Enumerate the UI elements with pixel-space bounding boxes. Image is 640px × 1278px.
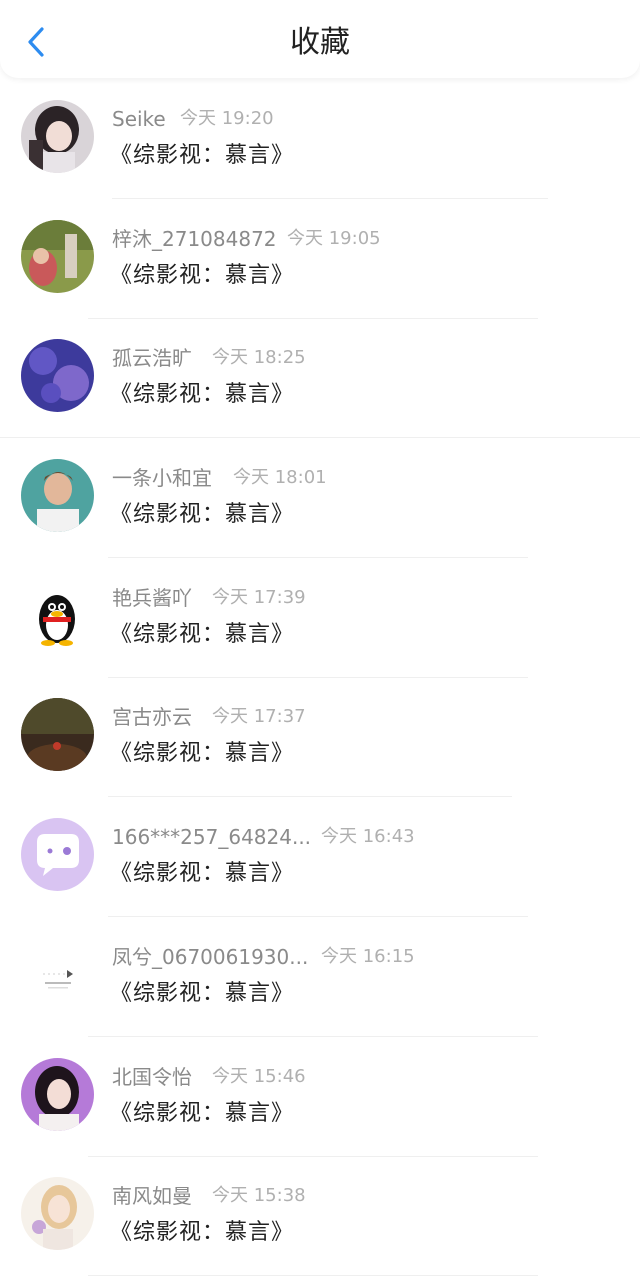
book-title: 《综影视：慕言》 <box>110 621 295 647</box>
book-title: 《综影视：慕言》 <box>110 1220 295 1246</box>
list-item[interactable]: 艳兵酱吖 今天 17:39 《综影视：慕言》 <box>0 559 640 679</box>
username: 艳兵酱吖 <box>112 585 192 610</box>
username: 凤兮_0670061930... <box>112 944 309 969</box>
qq-penguin-avatar[interactable] <box>21 578 94 652</box>
username: 梓沐_271084872 <box>112 226 277 251</box>
book-title: 《综影视：慕言》 <box>110 143 295 168</box>
timestamp: 今天 17:39 <box>212 586 306 608</box>
book-title: 《综影视：慕言》 <box>110 980 295 1006</box>
chat-bubble-avatar[interactable] <box>21 818 94 892</box>
book-title: 《综影视：慕言》 <box>110 741 295 767</box>
username: Seike <box>112 107 166 131</box>
user-avatar[interactable] <box>21 1177 94 1251</box>
app-header: 收藏 <box>0 0 640 78</box>
user-avatar[interactable] <box>21 219 94 293</box>
page-title: 收藏 <box>290 25 350 60</box>
book-title: 《综影视：慕言》 <box>110 861 295 887</box>
book-title: 《综影视：慕言》 <box>110 1100 295 1126</box>
list-item[interactable]: 166***257_64824... 今天 16:43 《综影视：慕言》 <box>0 798 640 918</box>
list-item[interactable]: 南风如曼 今天 15:38 《综影视：慕言》 <box>0 1157 640 1277</box>
divider <box>88 1275 538 1277</box>
list-item[interactable]: 北国令怡 今天 15:46 《综影视：慕言》 <box>0 1038 640 1158</box>
timestamp: 今天 18:01 <box>233 467 327 489</box>
timestamp: 今天 19:20 <box>180 108 274 129</box>
user-avatar[interactable] <box>21 100 94 173</box>
user-avatar[interactable] <box>21 1057 94 1131</box>
book-title: 《综影视：慕言》 <box>110 262 295 288</box>
user-avatar[interactable] <box>21 459 94 533</box>
favorites-list: Seike 今天 19:20 《综影视：慕言》 梓沐_271084872 今天 … <box>0 80 640 1277</box>
list-item[interactable]: 孤云浩旷 今天 18:25 《综影视：慕言》 <box>0 319 640 439</box>
list-item[interactable]: 宫古亦云 今天 17:37 《综影视：慕言》 <box>0 678 640 798</box>
username: 南风如曼 <box>112 1184 192 1209</box>
timestamp: 今天 18:25 <box>212 347 306 369</box>
timestamp: 今天 15:38 <box>212 1185 306 1207</box>
list-item[interactable]: 梓沐_271084872 今天 19:05 《综影视：慕言》 <box>0 200 640 320</box>
list-item[interactable]: 凤兮_0670061930... 今天 16:15 《综影视：慕言》 <box>0 918 640 1038</box>
username: 宫古亦云 <box>112 705 192 730</box>
book-title: 《综影视：慕言》 <box>110 382 295 408</box>
username: 孤云浩旷 <box>112 346 192 371</box>
user-avatar[interactable] <box>21 937 94 1011</box>
username: 一条小和宜 <box>112 466 212 491</box>
book-title: 《综影视：慕言》 <box>110 502 295 528</box>
timestamp: 今天 16:43 <box>321 826 415 848</box>
user-avatar[interactable] <box>21 698 94 772</box>
timestamp: 今天 19:05 <box>287 227 381 249</box>
username: 北国令怡 <box>112 1064 192 1089</box>
list-item[interactable]: 一条小和宜 今天 18:01 《综影视：慕言》 <box>0 439 640 559</box>
user-avatar[interactable] <box>21 339 94 413</box>
timestamp: 今天 15:46 <box>212 1065 306 1087</box>
username: 166***257_64824... <box>112 825 312 850</box>
list-item[interactable]: Seike 今天 19:20 《综影视：慕言》 <box>0 80 640 200</box>
timestamp: 今天 16:15 <box>321 945 415 967</box>
timestamp: 今天 17:37 <box>212 706 306 728</box>
